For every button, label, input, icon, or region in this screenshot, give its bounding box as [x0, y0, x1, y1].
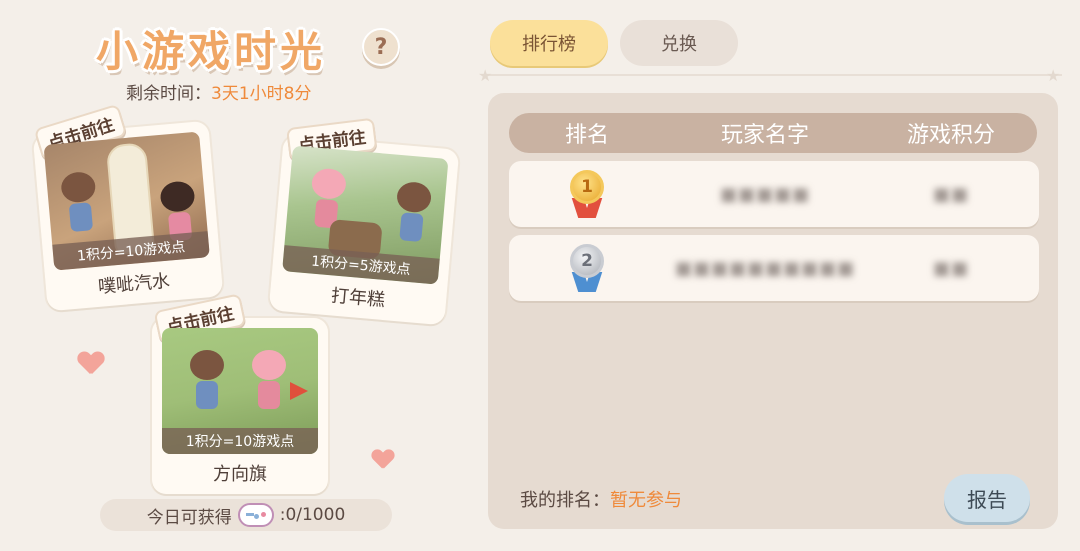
column-header-score: 游戏积分 — [906, 123, 995, 148]
tab-leaderboard[interactable]: 排行榜 — [490, 20, 608, 66]
character-sprite — [190, 350, 224, 410]
page-title: 小游戏时光 — [96, 27, 327, 76]
divider — [486, 74, 1062, 76]
heart-icon — [372, 450, 394, 470]
daily-limit-value: :0/1000 — [279, 505, 346, 525]
rank-number: 1 — [570, 170, 604, 204]
game-card-soda[interactable]: 点击前往 1积分=10游戏点 噗呲汽水 — [32, 103, 224, 312]
leaderboard-header: 排名 玩家名字 游戏积分 — [509, 113, 1037, 153]
daily-limit: 今日可获得 :0/1000 — [100, 499, 392, 531]
remaining-time-label: 剩余时间： — [126, 84, 211, 104]
daily-limit-label: 今日可获得 — [146, 507, 232, 528]
my-rank-value: 暂无参与 — [610, 490, 682, 511]
rank-number: 2 — [570, 244, 604, 278]
leaderboard-row: 1 ■■■■■ ■■ — [509, 161, 1039, 227]
gamepad-icon — [237, 503, 274, 527]
report-button[interactable]: 报告 — [944, 474, 1030, 522]
column-header-player-name: 玩家名字 — [720, 123, 809, 148]
gold-medal-icon: 1 — [567, 170, 607, 218]
leaderboard-panel — [488, 93, 1058, 529]
player-score: ■■ — [932, 257, 969, 279]
character-sprite — [393, 180, 433, 244]
help-button[interactable]: ? — [362, 28, 400, 66]
player-name: ■■■■■■■■■■ — [674, 257, 856, 279]
question-mark-icon: ? — [374, 34, 388, 60]
my-rank: 我的排名：暂无参与 — [520, 486, 682, 512]
remaining-time: 剩余时间：3天1小时8分 — [126, 79, 311, 104]
column-header-rank: 排名 — [564, 123, 609, 148]
leaderboard-row: 2 ■■■■■■■■■■ ■■ — [509, 235, 1039, 301]
game-card-rice-cake[interactable]: 点击前往 1积分=5游戏点 打年糕 — [268, 117, 460, 326]
star-icon: ★ — [478, 66, 493, 85]
game-name: 噗呲汽水 — [97, 270, 171, 298]
heart-icon — [78, 352, 104, 376]
player-score: ■■ — [932, 183, 969, 205]
game-card-flag[interactable]: 点击前往 1积分=10游戏点 方向旗 — [152, 293, 328, 494]
star-icon: ★ — [1046, 66, 1061, 85]
game-name: 方向旗 — [213, 464, 267, 485]
player-name: ■■■■■ — [719, 183, 811, 205]
game-thumbnail: 1积分=5游戏点 — [282, 145, 449, 285]
my-rank-label: 我的排名： — [520, 490, 610, 511]
game-name: 打年糕 — [330, 285, 386, 312]
remaining-time-value: 3天1小时8分 — [211, 84, 312, 104]
character-sprite — [60, 170, 99, 234]
silver-medal-icon: 2 — [567, 244, 607, 292]
points-rate: 1积分=10游戏点 — [162, 428, 318, 454]
game-thumbnail: 1积分=10游戏点 — [162, 328, 318, 454]
tab-exchange[interactable]: 兑换 — [620, 20, 738, 66]
flag-icon — [290, 382, 308, 400]
game-thumbnail: 1积分=10游戏点 — [43, 131, 210, 271]
character-sprite — [252, 350, 286, 410]
